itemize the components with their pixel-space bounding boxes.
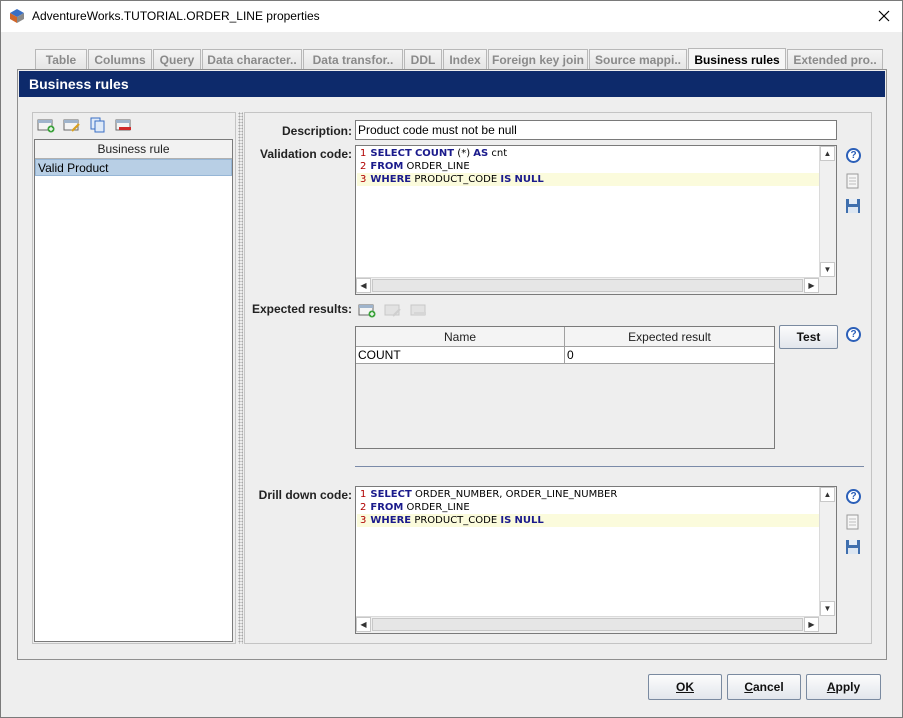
code-line-current: 3 WHERE PRODUCT_CODE IS NULL: [357, 173, 819, 186]
open-file-icon[interactable]: [845, 514, 861, 530]
scroll-right-button[interactable]: ▶: [804, 617, 819, 632]
tab-ddl[interactable]: DDL: [404, 49, 442, 70]
drill-down-code-label: Drill down code:: [258, 488, 352, 502]
scroll-down-button[interactable]: ▼: [820, 601, 835, 616]
close-icon: [878, 10, 890, 22]
tab-query[interactable]: Query: [153, 49, 201, 70]
tab-data-characteristics[interactable]: Data character..: [202, 49, 302, 70]
column-header-name[interactable]: Name: [356, 327, 565, 347]
edit-rule-icon[interactable]: [63, 117, 81, 133]
vertical-scrollbar[interactable]: ▲ ▼: [819, 146, 836, 277]
scroll-thumb[interactable]: [372, 279, 803, 292]
app-logo-icon: [10, 9, 24, 23]
section-divider: [355, 466, 864, 467]
validation-code-label: Validation code:: [259, 147, 352, 161]
horizontal-scrollbar[interactable]: ◀ ▶: [356, 616, 819, 633]
section-title: Business rules: [19, 71, 885, 97]
scroll-right-button[interactable]: ▶: [804, 278, 819, 293]
save-icon[interactable]: [845, 539, 861, 555]
code-line: 1 SELECT ORDER_NUMBER, ORDER_LINE_NUMBER: [360, 489, 618, 500]
scroll-up-button[interactable]: ▲: [820, 487, 835, 502]
tab-extended-properties[interactable]: Extended pro..: [787, 49, 883, 70]
rule-details-panel: Description: Product code must not be nu…: [244, 112, 872, 644]
drill-down-help-icon[interactable]: ?: [846, 489, 861, 504]
copy-rule-icon[interactable]: [89, 117, 107, 133]
scroll-left-button[interactable]: ◀: [356, 617, 371, 632]
code-line: 1 SELECT COUNT (*) AS cnt: [360, 148, 508, 159]
delete-rule-icon[interactable]: [115, 117, 133, 133]
tab-columns[interactable]: Columns: [88, 49, 152, 70]
properties-dialog: AdventureWorks.TUTORIAL.ORDER_LINE prope…: [0, 0, 903, 718]
panel-splitter[interactable]: [238, 112, 243, 644]
scroll-up-button[interactable]: ▲: [820, 146, 835, 161]
scroll-left-button[interactable]: ◀: [356, 278, 371, 293]
apply-button[interactable]: Apply: [806, 674, 881, 700]
tab-foreign-key-join[interactable]: Foreign key join: [488, 49, 588, 70]
rules-panel: Business rule Valid Product: [32, 112, 236, 644]
description-field[interactable]: Product code must not be null: [355, 120, 837, 140]
column-header-expected-result[interactable]: Expected result: [565, 327, 774, 347]
add-result-icon[interactable]: [358, 302, 376, 318]
tab-business-rules[interactable]: Business rules: [688, 48, 786, 70]
tab-source-mapping[interactable]: Source mappi..: [589, 49, 687, 70]
validation-code-text[interactable]: 1 SELECT COUNT (*) AS cnt 2 FROM ORDER_LIN…: [357, 147, 819, 277]
add-rule-icon[interactable]: [37, 117, 55, 133]
list-item[interactable]: Valid Product: [35, 159, 232, 176]
business-rule-column-header[interactable]: Business rule: [35, 140, 232, 159]
title-bar: AdventureWorks.TUTORIAL.ORDER_LINE prope…: [1, 1, 902, 32]
drill-down-code-text[interactable]: 1 SELECT ORDER_NUMBER, ORDER_LINE_NUMBER …: [357, 488, 819, 616]
rules-toolbar: [37, 117, 133, 135]
tab-data-transformation[interactable]: Data transfor..: [303, 49, 403, 70]
tab-content: Business rules Business rule Valid Produ…: [17, 69, 887, 660]
result-expected-cell[interactable]: 0: [565, 347, 774, 364]
description-label: Description:: [281, 124, 352, 138]
test-button[interactable]: Test: [779, 325, 838, 349]
close-button[interactable]: [870, 3, 898, 29]
scroll-thumb[interactable]: [372, 618, 803, 631]
tab-index[interactable]: Index: [443, 49, 487, 70]
open-file-icon[interactable]: [845, 173, 861, 189]
code-line: 2 FROM ORDER_LINE: [360, 161, 470, 172]
ok-button[interactable]: OK: [648, 674, 722, 700]
window-title: AdventureWorks.TUTORIAL.ORDER_LINE prope…: [32, 9, 320, 23]
code-line: 2 FROM ORDER_LINE: [360, 502, 470, 513]
delete-result-icon: [410, 304, 426, 316]
scroll-corner: [819, 616, 836, 633]
code-line-current: 3 WHERE PRODUCT_CODE IS NULL: [357, 514, 819, 527]
vertical-scrollbar[interactable]: ▲ ▼: [819, 487, 836, 616]
scroll-corner: [819, 277, 836, 294]
edit-result-icon: [384, 304, 401, 317]
business-rule-list: Business rule Valid Product: [34, 139, 233, 642]
drill-down-code-editor[interactable]: 1 SELECT ORDER_NUMBER, ORDER_LINE_NUMBER …: [355, 486, 837, 634]
save-icon[interactable]: [845, 198, 861, 214]
tab-table[interactable]: Table: [35, 49, 87, 70]
validation-help-icon[interactable]: ?: [846, 148, 861, 163]
scroll-down-button[interactable]: ▼: [820, 262, 835, 277]
horizontal-scrollbar[interactable]: ◀ ▶: [356, 277, 819, 294]
expected-results-table: Name Expected result COUNT 0: [355, 326, 775, 449]
result-name-cell[interactable]: COUNT: [356, 347, 565, 364]
results-help-icon[interactable]: ?: [846, 327, 861, 342]
expected-results-label: Expected results:: [251, 302, 352, 316]
cancel-button[interactable]: Cancel: [727, 674, 801, 700]
validation-code-editor[interactable]: 1 SELECT COUNT (*) AS cnt 2 FROM ORDER_LIN…: [355, 145, 837, 295]
